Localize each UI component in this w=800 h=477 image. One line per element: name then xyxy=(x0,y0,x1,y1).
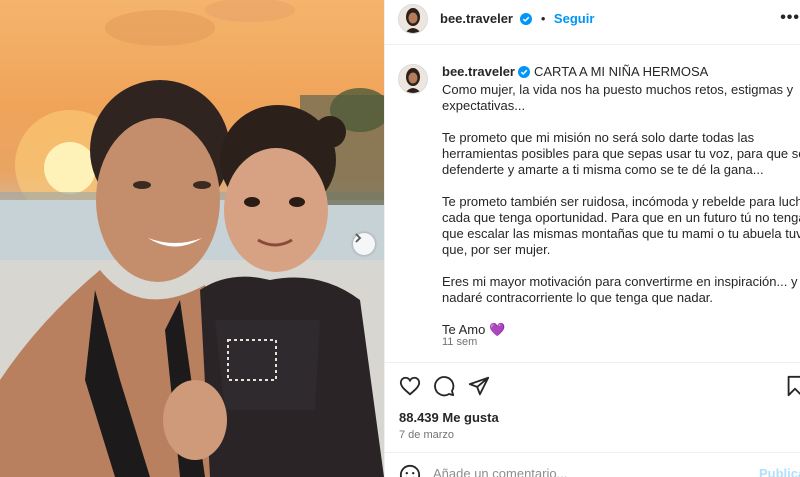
caption-line: Te prometo también ser ruidosa, incómoda… xyxy=(442,194,800,209)
header-username[interactable]: bee.traveler xyxy=(440,11,513,26)
comment-input[interactable] xyxy=(433,466,733,477)
caption-line: Te prometo que mi misión no será solo da… xyxy=(442,130,755,145)
follow-button[interactable]: Seguir xyxy=(554,11,594,26)
carousel-next-button[interactable] xyxy=(353,233,375,255)
paper-plane-icon[interactable] xyxy=(468,375,490,402)
post-comment-button[interactable]: Publicar xyxy=(759,466,800,477)
caption-line: que, por ser mujer. xyxy=(442,242,551,257)
action-bar xyxy=(399,375,800,397)
caption-line: herramientas posibles para que sepas usa… xyxy=(442,146,800,161)
likes-count[interactable]: 88.439 Me gusta xyxy=(399,410,499,425)
comment-row: Publicar xyxy=(385,456,800,477)
comment-divider xyxy=(385,452,800,453)
avatar[interactable] xyxy=(398,4,428,34)
caption-avatar-image xyxy=(399,65,427,93)
verified-badge-icon xyxy=(518,66,530,82)
comment-icon[interactable] xyxy=(433,375,455,402)
actions-divider xyxy=(385,362,800,363)
caption-line: defenderte y amarte a ti misma como se t… xyxy=(442,162,764,177)
post-side-panel: bee.traveler • Seguir ••• bee.traveler CA… xyxy=(385,0,800,477)
caption-line: Eres mi mayor motivación para convertirm… xyxy=(442,274,800,289)
post-caption: bee.traveler CARTA A MI NIÑA HERMOSA Como… xyxy=(442,64,800,338)
verified-badge-icon xyxy=(520,12,533,30)
post-date: 7 de marzo xyxy=(399,429,455,441)
photo-illustration xyxy=(0,0,384,477)
header-separator: • xyxy=(540,11,546,26)
caption-line: que escalar las mismas montañas que tu m… xyxy=(442,226,800,241)
caption-line: Te Amo 💜 xyxy=(442,322,506,337)
caption-line: Como mujer, la vida nos ha puesto muchos… xyxy=(442,82,794,97)
post-header: bee.traveler • Seguir ••• xyxy=(385,0,800,36)
caption-line: nadaré contracorriente lo que tenga que … xyxy=(442,290,714,305)
post-photo[interactable] xyxy=(0,0,384,477)
caption-line: expectativas... xyxy=(442,98,526,113)
caption-title: CARTA A MI NIÑA HERMOSA xyxy=(534,64,709,79)
heart-icon[interactable] xyxy=(399,375,421,402)
avatar-image xyxy=(399,5,427,33)
caption-avatar[interactable] xyxy=(398,64,428,94)
bookmark-icon[interactable] xyxy=(785,375,800,402)
header-divider xyxy=(385,44,800,45)
post-time-ago[interactable]: 11 sem xyxy=(442,336,477,348)
caption-username[interactable]: bee.traveler xyxy=(442,64,515,79)
emoji-icon[interactable] xyxy=(399,464,421,477)
more-options-icon[interactable]: ••• xyxy=(780,9,800,27)
caption-line: cada que tenga oportunidad. Para que en … xyxy=(442,210,800,225)
